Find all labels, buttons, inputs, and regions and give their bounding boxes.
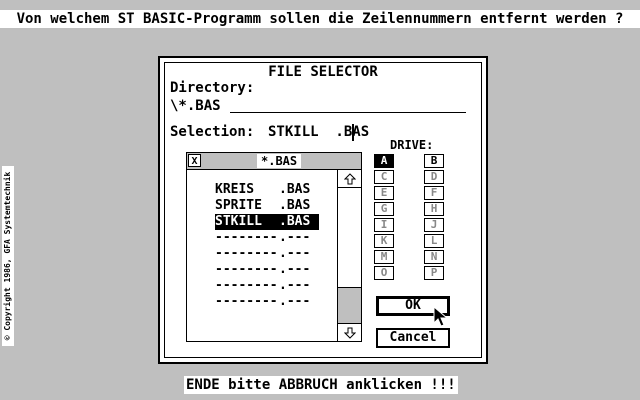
- drive-button-k[interactable]: K: [374, 234, 394, 248]
- drive-button-n[interactable]: N: [424, 250, 444, 264]
- file-name: KREIS: [215, 182, 255, 197]
- drive-button-j[interactable]: J: [424, 218, 444, 232]
- drive-button-h[interactable]: H: [424, 202, 444, 216]
- file-list: KREIS .BAS SPRITE .BAS STKILL .BAS --------.--…: [187, 170, 337, 341]
- file-extension: .BAS: [279, 198, 311, 213]
- up-arrow-icon: [343, 173, 356, 185]
- prompt-text: Von welchem ST BASIC-Programm sollen die…: [0, 10, 640, 28]
- footer-instruction: ENDE bitte ABBRUCH anklicken !!!: [184, 376, 458, 394]
- drive-button-o[interactable]: O: [374, 266, 394, 280]
- drive-button-l[interactable]: L: [424, 234, 444, 248]
- scroll-track[interactable]: [338, 188, 361, 323]
- file-list-item[interactable]: --------.---: [215, 246, 319, 262]
- file-list-item[interactable]: SPRITE .BAS: [215, 198, 319, 214]
- scroll-down-button[interactable]: [338, 323, 361, 341]
- cancel-button[interactable]: Cancel: [376, 328, 450, 348]
- file-name: --------: [215, 294, 278, 309]
- file-mask: *.BAS: [257, 154, 302, 168]
- selection-label: Selection:: [170, 124, 255, 140]
- file-selector-dialog: FILE SELECTOR Directory: \*.BAS Selectio…: [158, 56, 488, 364]
- file-extension: .---: [279, 278, 311, 293]
- drive-button-c[interactable]: C: [374, 170, 394, 184]
- dialog-title: FILE SELECTOR: [268, 64, 378, 80]
- file-list-item[interactable]: --------.---: [215, 294, 319, 310]
- file-name: --------: [215, 246, 278, 261]
- drive-button-b[interactable]: B: [424, 154, 444, 168]
- down-arrow-icon: [343, 327, 356, 339]
- scroll-up-button[interactable]: [338, 170, 361, 188]
- drive-button-f[interactable]: F: [424, 186, 444, 200]
- close-icon[interactable]: X: [188, 154, 201, 167]
- file-extension: .---: [279, 230, 311, 245]
- scroll-thumb[interactable]: [338, 188, 361, 288]
- file-extension: .BAS: [279, 214, 311, 229]
- file-list-item[interactable]: STKILL .BAS: [215, 214, 319, 230]
- file-list-item[interactable]: --------.---: [215, 230, 319, 246]
- file-name: --------: [215, 230, 278, 245]
- file-name: --------: [215, 262, 278, 277]
- drive-label: DRIVE:: [390, 138, 434, 152]
- file-list-window: X *.BAS KREIS .BAS SPRITE .BAS STKILL .BAS ---…: [186, 152, 362, 342]
- file-name: STKILL: [215, 214, 262, 229]
- drive-button-g[interactable]: G: [374, 202, 394, 216]
- mouse-pointer-icon: [433, 306, 449, 327]
- file-extension: .---: [279, 262, 311, 277]
- file-extension: .BAS: [279, 182, 311, 197]
- ok-button[interactable]: OK: [376, 296, 450, 316]
- drive-button-a[interactable]: A: [374, 154, 394, 168]
- file-extension: .---: [279, 294, 311, 309]
- file-list-item[interactable]: --------.---: [215, 262, 319, 278]
- drive-button-d[interactable]: D: [424, 170, 444, 184]
- selection-field[interactable]: STKILL .BAS: [268, 124, 369, 140]
- directory-field[interactable]: \*.BAS: [170, 98, 221, 114]
- file-name: SPRITE: [215, 198, 262, 213]
- drive-button-p[interactable]: P: [424, 266, 444, 280]
- directory-field-underline: [230, 112, 466, 113]
- drive-button-m[interactable]: M: [374, 250, 394, 264]
- file-name: --------: [215, 278, 278, 293]
- directory-label: Directory:: [170, 80, 255, 96]
- file-extension: .---: [279, 246, 311, 261]
- file-list-item[interactable]: --------.---: [215, 278, 319, 294]
- file-list-item[interactable]: KREIS .BAS: [215, 182, 319, 198]
- drive-button-i[interactable]: I: [374, 218, 394, 232]
- text-cursor: [352, 124, 354, 141]
- drive-button-e[interactable]: E: [374, 186, 394, 200]
- copyright-text: © Copyright 1986, GFA Systemtechnik: [2, 166, 14, 346]
- file-list-header: X *.BAS: [187, 153, 361, 170]
- scrollbar[interactable]: [337, 170, 361, 341]
